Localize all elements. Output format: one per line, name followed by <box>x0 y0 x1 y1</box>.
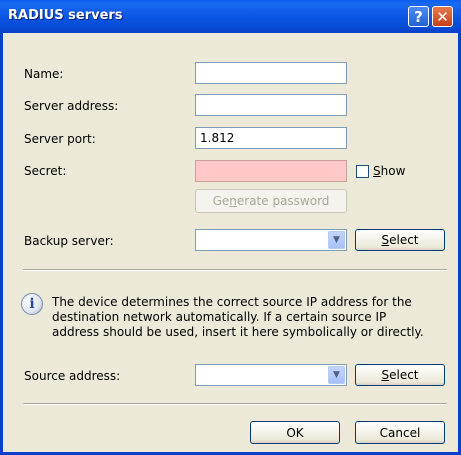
window-title: RADIUS servers <box>8 8 123 23</box>
info-line: address should be used, insert it here s… <box>52 325 424 339</box>
generate-password-text-2: erate password <box>236 194 330 208</box>
separator <box>23 269 447 271</box>
select-accesskey: S <box>381 233 390 247</box>
help-icon: ? <box>414 7 423 26</box>
name-label: Name: <box>24 67 64 81</box>
backup-server-dropdown[interactable]: ▼ <box>195 229 347 251</box>
name-field[interactable] <box>195 62 347 84</box>
server-address-field[interactable] <box>195 94 347 116</box>
info-message: The device determines the correct source… <box>52 295 452 340</box>
close-icon: ✕ <box>436 7 449 26</box>
backup-server-label: Backup server: <box>24 234 114 248</box>
ok-button[interactable]: OK <box>250 421 340 444</box>
info-line: The device determines the correct source… <box>52 295 412 309</box>
backup-server-select-button[interactable]: Select <box>355 229 445 251</box>
generate-password-accesskey: n <box>229 194 237 208</box>
source-address-select-button[interactable]: Select <box>355 364 445 386</box>
secret-label: Secret: <box>24 164 67 178</box>
show-label-text: how <box>380 164 406 178</box>
server-address-label: Server address: <box>24 99 119 113</box>
chevron-down-icon[interactable]: ▼ <box>328 231 345 249</box>
help-button[interactable]: ? <box>408 6 429 27</box>
server-port-field[interactable] <box>195 127 347 149</box>
cancel-button[interactable]: Cancel <box>355 421 445 444</box>
info-icon: i <box>21 293 43 315</box>
show-checkbox[interactable] <box>356 165 369 178</box>
info-line: destination network automatically. If a … <box>52 310 387 324</box>
server-port-label: Server port: <box>24 132 96 146</box>
show-label[interactable]: Show <box>373 164 405 178</box>
dialog-body: Name: Server address: Server port: Secre… <box>3 33 458 452</box>
source-address-label: Source address: <box>24 369 121 383</box>
dialog-window: RADIUS servers ? ✕ Name: Server address:… <box>0 0 461 455</box>
show-label-accesskey: S <box>373 164 381 178</box>
secret-field[interactable] <box>195 160 347 182</box>
source-address-dropdown[interactable]: ▼ <box>195 364 347 386</box>
chevron-down-icon[interactable]: ▼ <box>328 366 345 384</box>
select-text: elect <box>389 368 419 382</box>
generate-password-button[interactable]: Ge n erate password <box>195 189 347 213</box>
separator <box>23 403 447 405</box>
title-bar[interactable]: RADIUS servers ? ✕ <box>0 0 461 33</box>
select-text: elect <box>389 233 419 247</box>
close-button[interactable]: ✕ <box>432 6 453 27</box>
select-accesskey: S <box>381 368 390 382</box>
generate-password-text-1: Ge <box>212 194 230 208</box>
